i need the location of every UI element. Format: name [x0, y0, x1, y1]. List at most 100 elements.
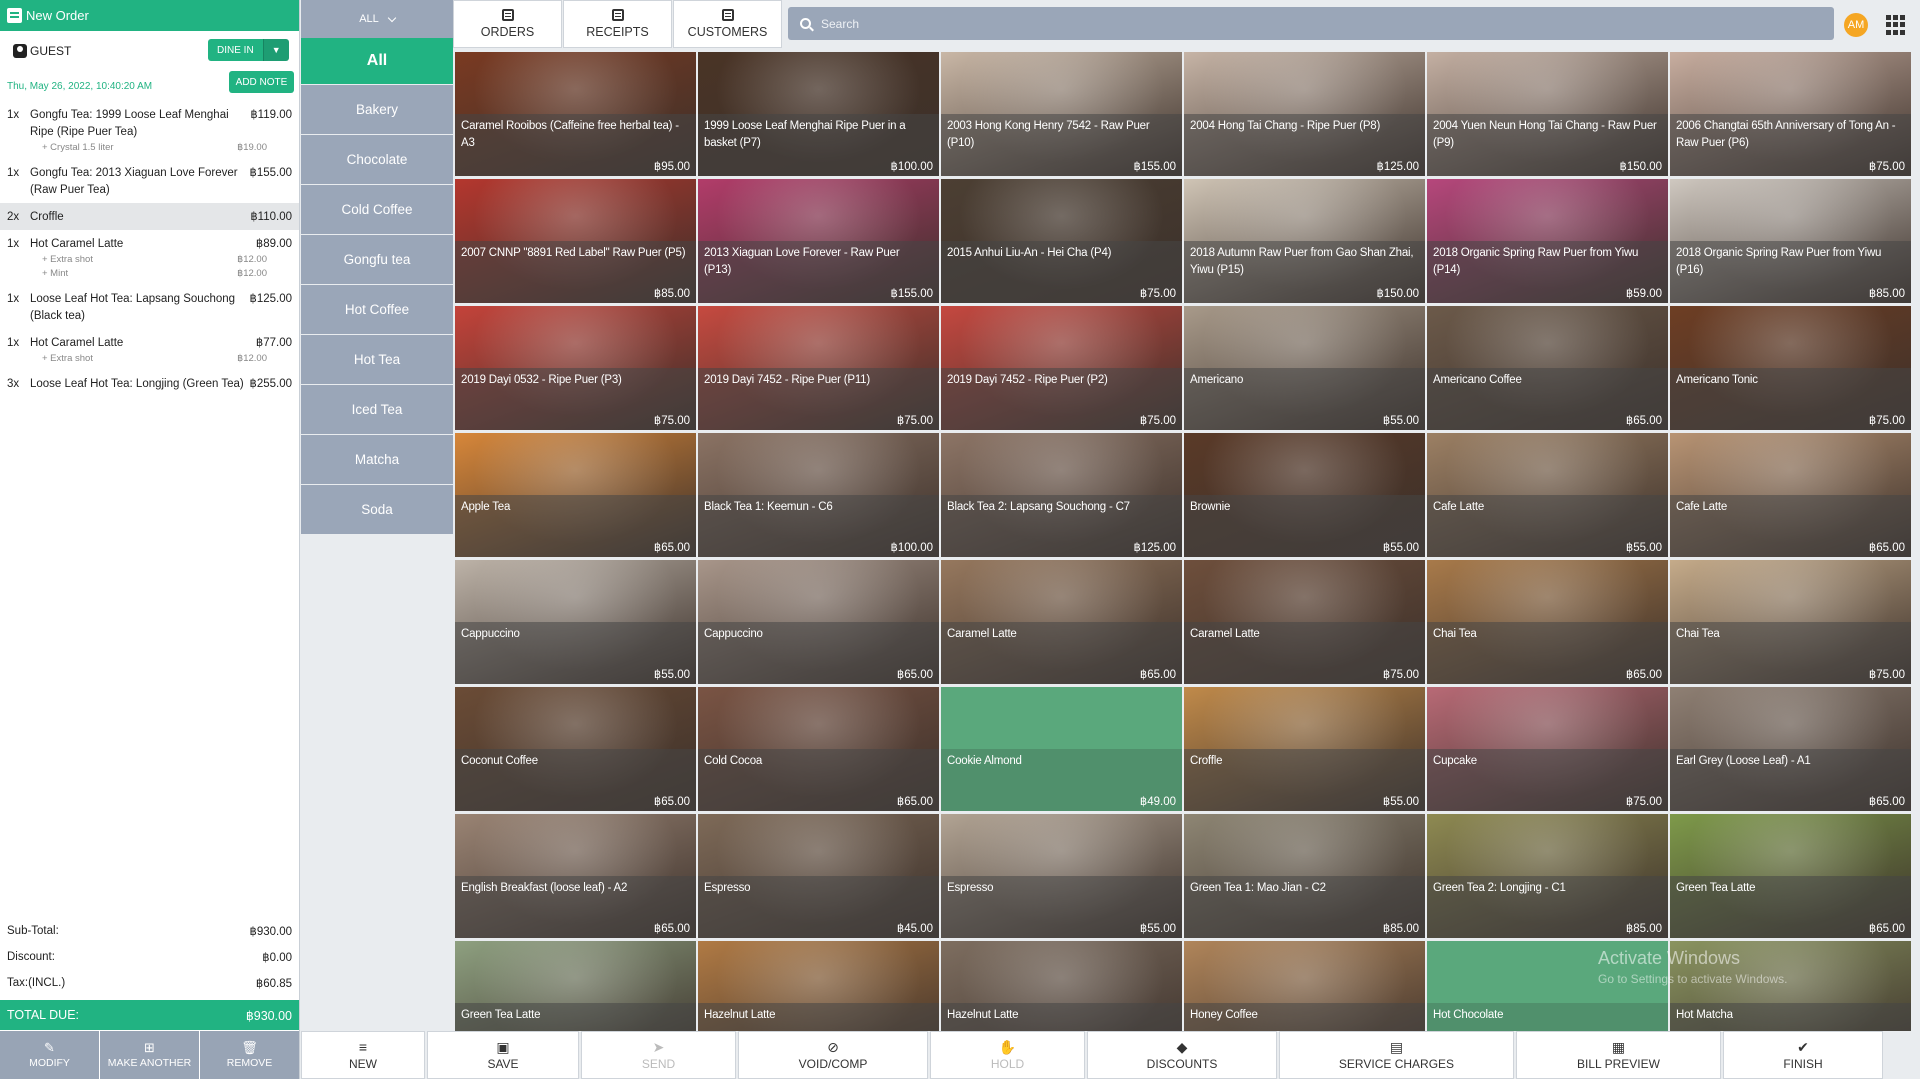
product-price: ฿65.00 — [896, 796, 933, 808]
product-tile[interactable]: Black Tea 1: Keemun - C6 ฿100.00 — [698, 433, 939, 557]
product-tile[interactable]: English Breakfast (loose leaf) - A2 ฿65.0… — [455, 814, 696, 938]
tab-customers[interactable]: CUSTOMERS — [673, 0, 782, 48]
top-tabs: ORDERS RECEIPTS CUSTOMERS — [453, 0, 782, 49]
product-tile[interactable]: 2004 Yuen Neun Hong Tai Chang - Raw Puer… — [1427, 52, 1668, 176]
product-tile[interactable]: Hazelnut Latte — [941, 941, 1182, 1031]
dine-in-label[interactable]: DINE IN — [208, 39, 263, 61]
product-name: 2013 Xiaguan Love Forever - Raw Puer (P1… — [704, 247, 900, 276]
void-comp-button[interactable]: ⊘ VOID/COMP — [738, 1031, 928, 1079]
product-tile[interactable]: Cafe Latte ฿65.00 — [1670, 433, 1911, 557]
product-tile[interactable]: 2006 Changtai 65th Anniversary of Tong A… — [1670, 52, 1911, 176]
guest-row[interactable]: GUEST DINE IN ▼ — [0, 31, 299, 71]
category-matcha[interactable]: Matcha — [301, 435, 453, 484]
search-input[interactable] — [821, 16, 1721, 31]
category-chocolate[interactable]: Chocolate — [301, 135, 453, 184]
category-hot-coffee[interactable]: Hot Coffee — [301, 285, 453, 334]
modifier-name: + Extra shot — [42, 254, 93, 265]
order-item[interactable]: 1x Gongfu Tea: 2013 Xiaguan Love Forever … — [0, 159, 299, 203]
modifier-name: + Mint — [42, 268, 69, 279]
product-tile[interactable]: Apple Tea ฿65.00 — [455, 433, 696, 557]
product-tile[interactable]: Cappuccino ฿65.00 — [698, 560, 939, 684]
product-tile[interactable]: Green Tea 1: Mao Jian - C2 ฿85.00 — [1184, 814, 1425, 938]
category-soda[interactable]: Soda — [301, 485, 453, 534]
product-tile[interactable]: 2015 Anhui Liu-An - Hei Cha (P4) ฿75.00 — [941, 179, 1182, 303]
product-tile[interactable]: Espresso ฿45.00 — [698, 814, 939, 938]
product-tile[interactable]: 2019 Dayi 0532 - Ripe Puer (P3) ฿75.00 — [455, 306, 696, 430]
category-cold-coffee[interactable]: Cold Coffee — [301, 185, 453, 234]
product-tile[interactable]: Honey Coffee — [1184, 941, 1425, 1031]
category-column: ALL All Bakery Chocolate Cold Coffee Gongfu … — [301, 0, 453, 1031]
search-bar[interactable] — [788, 7, 1834, 40]
category-filter-dropdown[interactable]: ALL — [301, 0, 453, 38]
service-charges-button[interactable]: ▤ SERVICE CHARGES — [1279, 1031, 1514, 1079]
product-tile[interactable]: Green Tea Latte ฿65.00 — [1670, 814, 1911, 938]
apps-grid-icon[interactable] — [1886, 15, 1906, 35]
product-tile[interactable]: 2019 Dayi 7452 - Ripe Puer (P11) ฿75.00 — [698, 306, 939, 430]
product-tile[interactable]: 2018 Organic Spring Raw Puer from Yiwu (… — [1670, 179, 1911, 303]
product-tile[interactable]: 2003 Hong Kong Henry 7542 - Raw Puer (P1… — [941, 52, 1182, 176]
new-button[interactable]: ≡ NEW — [301, 1031, 425, 1079]
make-another-icon: ⊞ — [144, 1040, 155, 1055]
product-tile[interactable]: Chai Tea ฿75.00 — [1670, 560, 1911, 684]
product-tile[interactable]: Earl Grey (Loose Leaf) - A1 ฿65.00 — [1670, 687, 1911, 811]
product-tile[interactable]: Green Tea 2: Longjing - C1 ฿85.00 — [1427, 814, 1668, 938]
product-tile[interactable]: Black Tea 2: Lapsang Souchong - C7 ฿125.0… — [941, 433, 1182, 557]
product-tile[interactable]: Cold Cocoa ฿65.00 — [698, 687, 939, 811]
product-tile[interactable]: 2007 CNNP "8891 Red Label" Raw Puer (P5)… — [455, 179, 696, 303]
modify-button[interactable]: ✎ MODIFY — [0, 1031, 99, 1079]
remove-button[interactable]: 🗑 REMOVE — [200, 1031, 299, 1079]
bill-preview-button[interactable]: ▦ BILL PREVIEW — [1516, 1031, 1721, 1079]
tab-receipts[interactable]: RECEIPTS — [563, 0, 672, 48]
product-tile[interactable]: 2018 Organic Spring Raw Puer from Yiwu (… — [1427, 179, 1668, 303]
product-tile[interactable]: 2019 Dayi 7452 - Ripe Puer (P2) ฿75.00 — [941, 306, 1182, 430]
product-price: ฿95.00 — [653, 161, 690, 173]
dine-in-dropdown[interactable]: DINE IN ▼ — [208, 39, 289, 61]
order-item[interactable]: 2x Croffle ฿110.00 — [0, 203, 299, 230]
product-price: ฿75.00 — [1625, 796, 1662, 808]
order-item[interactable]: 1x Gongfu Tea: 1999 Loose Leaf Menghai Ri… — [0, 101, 299, 159]
product-tile[interactable]: Americano Tonic ฿75.00 — [1670, 306, 1911, 430]
product-tile[interactable]: Americano ฿55.00 — [1184, 306, 1425, 430]
product-tile[interactable]: Espresso ฿55.00 — [941, 814, 1182, 938]
product-tile[interactable]: Cookie Almond ฿49.00 — [941, 687, 1182, 811]
order-date-row: Thu, May 26, 2022, 10:40:20 AM ADD NOTE — [0, 71, 299, 101]
user-avatar[interactable]: AM — [1844, 13, 1868, 37]
category-hot-tea[interactable]: Hot Tea — [301, 335, 453, 384]
caret-down-icon[interactable]: ▼ — [262, 39, 289, 61]
order-item[interactable]: 1x Loose Leaf Hot Tea: Lapsang Souchong (… — [0, 285, 299, 329]
make-another-button[interactable]: ⊞ MAKE ANOTHER — [100, 1031, 199, 1079]
hold-icon: ✋ — [998, 1038, 1017, 1055]
hold-button: ✋ HOLD — [930, 1031, 1085, 1079]
discounts-button[interactable]: ◆ DISCOUNTS — [1087, 1031, 1277, 1079]
product-tile[interactable]: 2013 Xiaguan Love Forever - Raw Puer (P1… — [698, 179, 939, 303]
product-tile[interactable]: Cafe Latte ฿55.00 — [1427, 433, 1668, 557]
product-tile[interactable]: 1999 Loose Leaf Menghai Ripe Puer in a b… — [698, 52, 939, 176]
product-tile[interactable]: Brownie ฿55.00 — [1184, 433, 1425, 557]
product-tile[interactable]: 2018 Autumn Raw Puer from Gao Shan Zhai,… — [1184, 179, 1425, 303]
product-tile[interactable]: Croffle ฿55.00 — [1184, 687, 1425, 811]
product-tile[interactable]: Cupcake ฿75.00 — [1427, 687, 1668, 811]
order-item[interactable]: 1x Hot Caramel Latte ฿77.00 + Extra shot ฿12… — [0, 329, 299, 370]
product-tile[interactable]: Caramel Latte ฿65.00 — [941, 560, 1182, 684]
category-iced-tea[interactable]: Iced Tea — [301, 385, 453, 434]
product-tile[interactable]: Chai Tea ฿65.00 — [1427, 560, 1668, 684]
add-note-button[interactable]: ADD NOTE — [229, 71, 294, 93]
category-all[interactable]: All — [301, 38, 453, 84]
product-tile[interactable]: Coconut Coffee ฿65.00 — [455, 687, 696, 811]
product-tile[interactable]: Americano Coffee ฿65.00 — [1427, 306, 1668, 430]
product-tile[interactable]: Cappuccino ฿55.00 — [455, 560, 696, 684]
tab-orders[interactable]: ORDERS — [453, 0, 562, 48]
product-tile[interactable]: Green Tea Latte — [455, 941, 696, 1031]
finish-button[interactable]: ✔ FINISH — [1723, 1031, 1883, 1079]
product-tile[interactable]: Caramel Rooibos (Caffeine free herbal te… — [455, 52, 696, 176]
order-item[interactable]: 3x Loose Leaf Hot Tea: Longjing (Green Te… — [0, 370, 299, 397]
save-button[interactable]: ▣ SAVE — [427, 1031, 579, 1079]
category-gongfu-tea[interactable]: Gongfu tea — [301, 235, 453, 284]
category-bakery[interactable]: Bakery — [301, 85, 453, 134]
order-datetime: Thu, May 26, 2022, 10:40:20 AM — [7, 80, 153, 92]
product-tile[interactable]: Hazelnut Latte — [698, 941, 939, 1031]
product-tile[interactable]: Caramel Latte ฿75.00 — [1184, 560, 1425, 684]
product-tile[interactable]: 2004 Hong Tai Chang - Ripe Puer (P8) ฿125… — [1184, 52, 1425, 176]
order-item[interactable]: 1x Hot Caramel Latte ฿89.00 + Extra shot ฿12… — [0, 230, 299, 285]
category-filter-label: ALL — [359, 13, 379, 25]
